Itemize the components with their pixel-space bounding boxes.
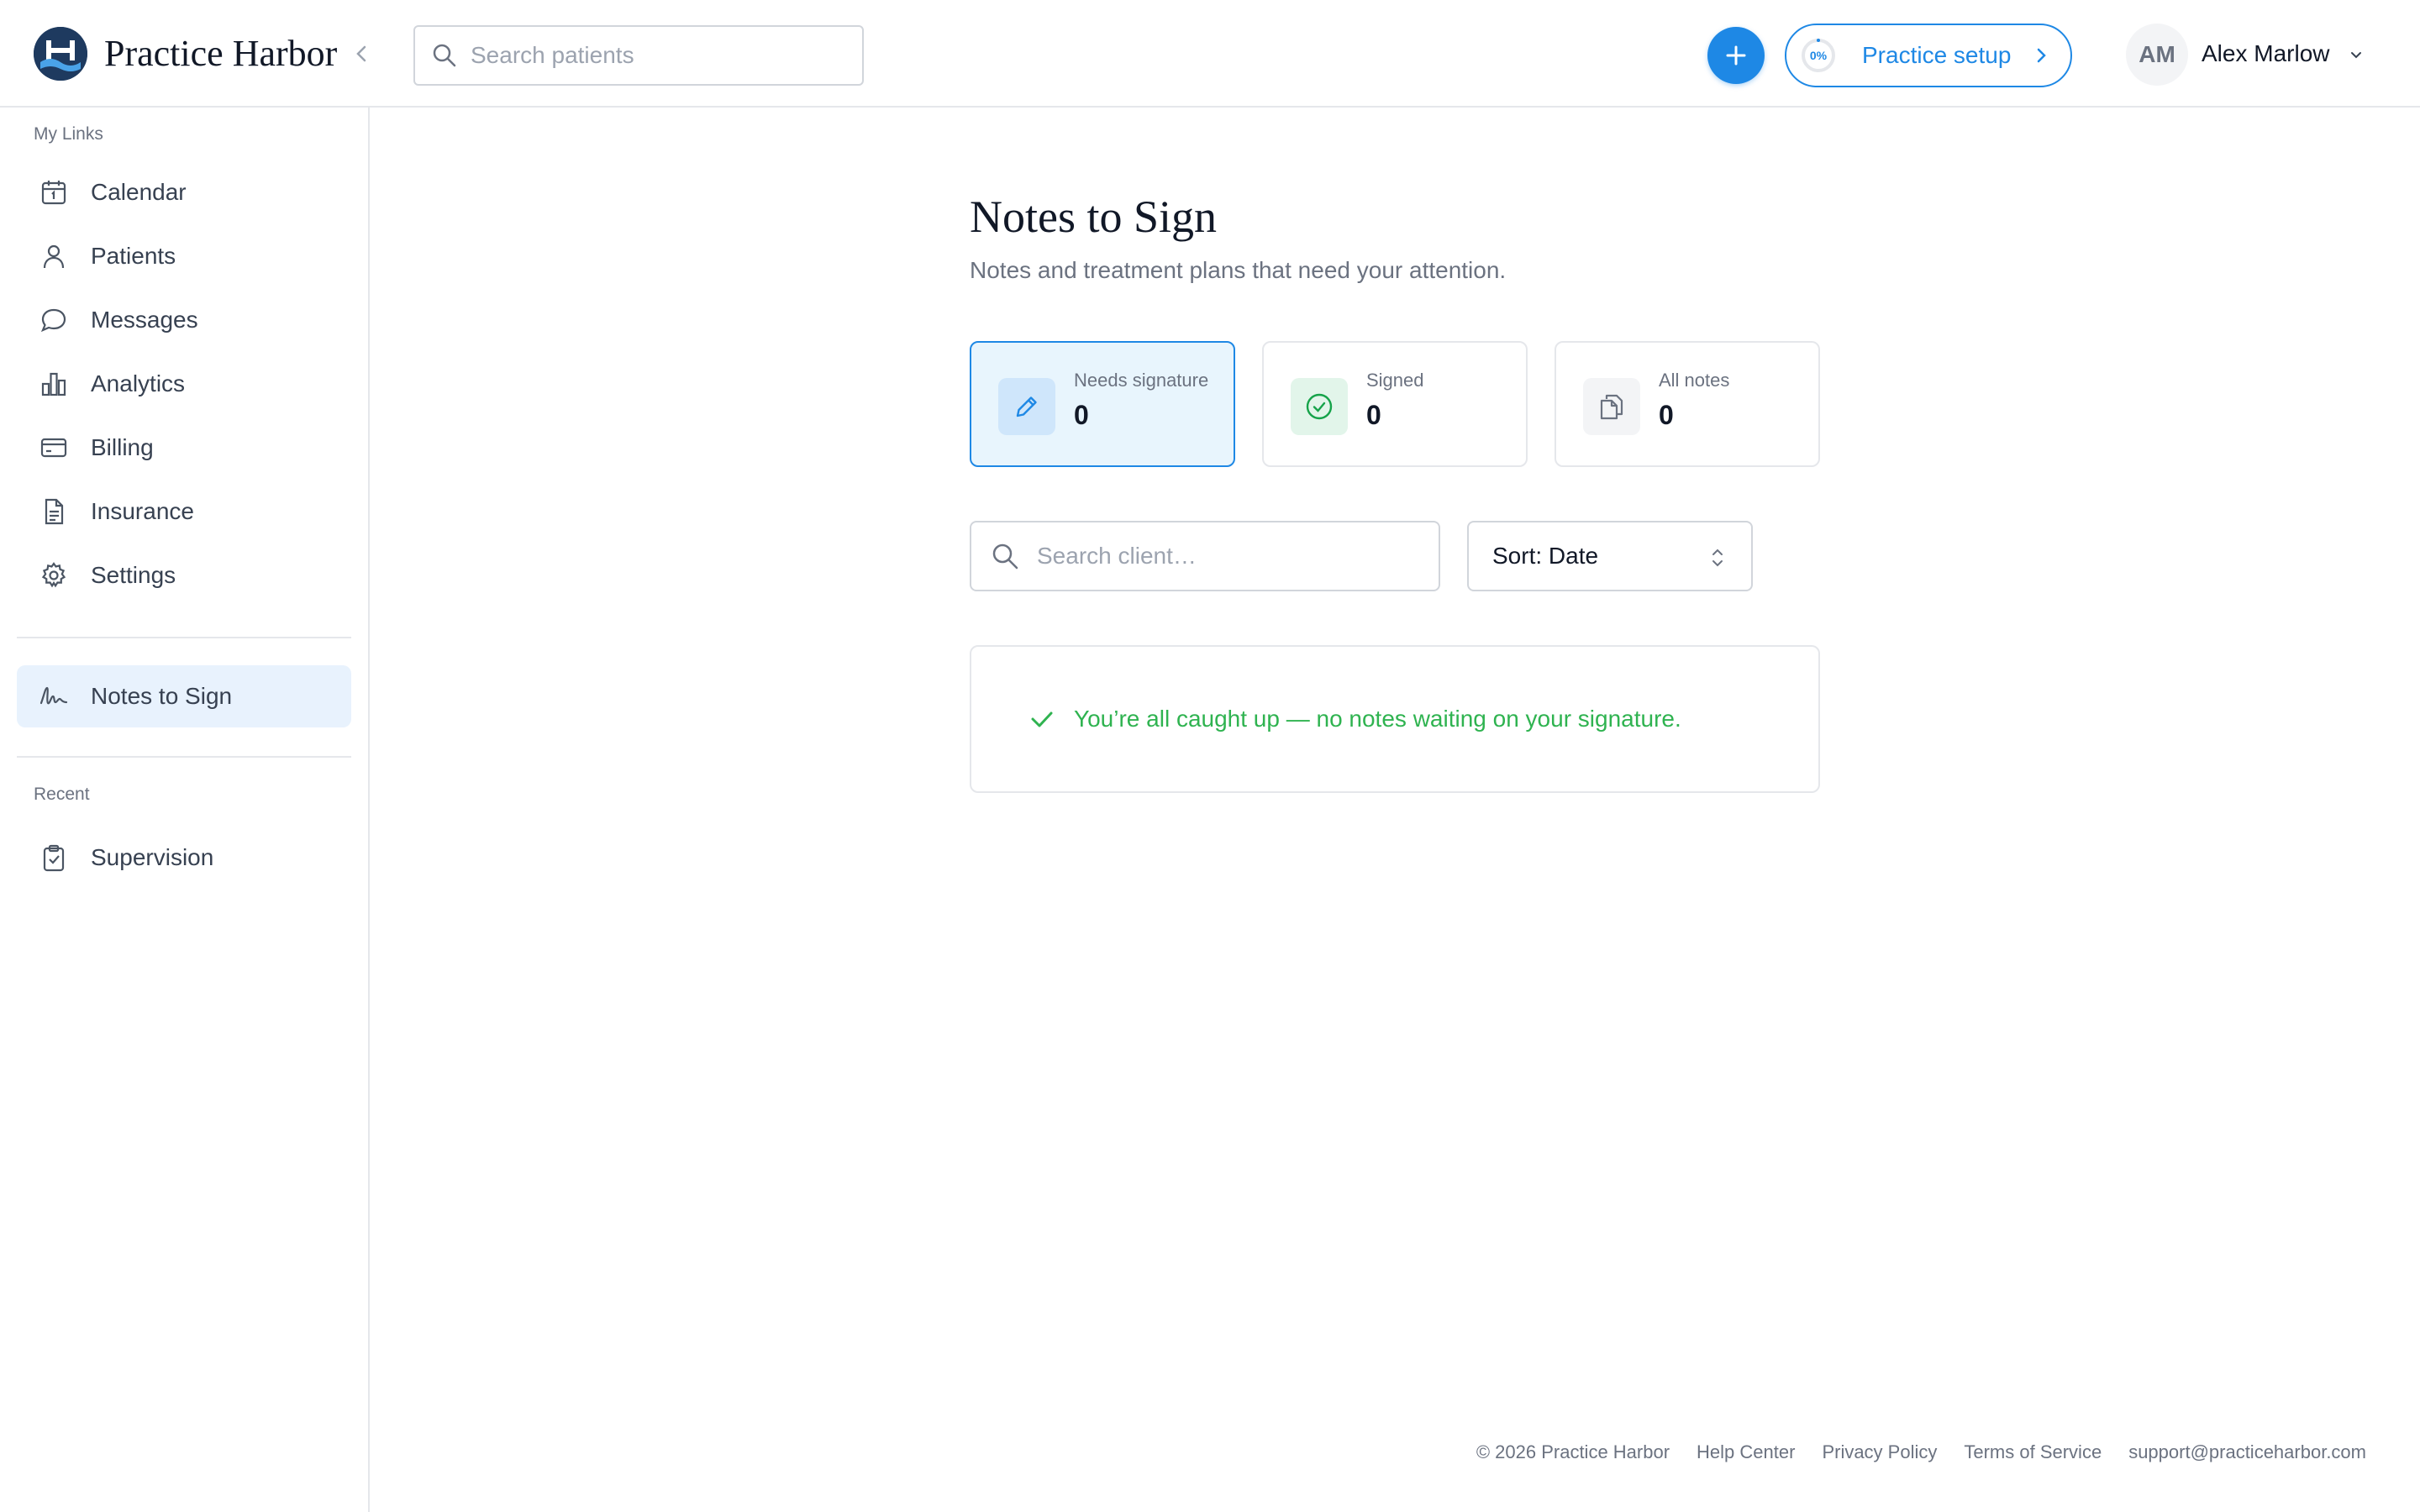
stat-value: 0 <box>1659 400 1674 430</box>
top-header: Practice Harbor 0% Practice setup AM Ale… <box>0 0 2420 108</box>
calendar-icon <box>37 176 71 209</box>
practice-setup-label: Practice setup <box>1862 42 2012 68</box>
pencil-icon <box>998 378 1055 435</box>
footer-link-privacy-policy[interactable]: Privacy Policy <box>1822 1441 1937 1463</box>
sort-select-value: Sort: Date <box>1492 543 1599 569</box>
patient-search-field[interactable] <box>413 25 864 86</box>
sidebar-item-analytics[interactable]: Analytics <box>17 353 351 415</box>
sidebar-item-settings[interactable]: Settings <box>17 544 351 606</box>
client-search-input[interactable] <box>1037 543 1423 570</box>
user-name[interactable]: Alex Marlow <box>2202 40 2329 67</box>
page-title: Notes to Sign <box>970 192 1218 242</box>
plus-icon <box>1726 45 1746 66</box>
stat-card-needs-signature[interactable]: Needs signature 0 <box>970 341 1235 467</box>
sidebar-item-patients[interactable]: Patients <box>17 225 351 287</box>
sidebar-item-insurance[interactable]: Insurance <box>17 480 351 543</box>
sidebar-item-label: Settings <box>91 562 176 588</box>
credit-card-icon <box>37 431 71 465</box>
patient-search-input[interactable] <box>471 42 840 69</box>
stat-label: Signed <box>1366 370 1424 391</box>
sidebar-item-supervision[interactable]: Supervision <box>17 827 351 889</box>
sidebar-item-label: Billing <box>91 434 154 460</box>
check-circle-icon <box>1291 378 1348 435</box>
sort-select[interactable]: Sort: Date <box>1467 521 1753 591</box>
empty-state-message: You’re all caught up — no notes waiting … <box>1074 706 1681 732</box>
person-icon <box>37 239 71 273</box>
sidebar-item-messages[interactable]: Messages <box>17 289 351 351</box>
sidebar-item-label: Messages <box>91 307 198 333</box>
sidebar-item-label: Calendar <box>91 179 187 205</box>
sidebar-item-label: Analytics <box>91 370 186 396</box>
user-avatar[interactable]: AM <box>2126 24 2188 86</box>
setup-progress-label: 0% <box>1809 49 1828 62</box>
sidebar-item-calendar[interactable]: Calendar <box>17 161 351 223</box>
client-search-field[interactable] <box>970 521 1440 591</box>
copy-documents-icon <box>1583 378 1640 435</box>
stat-label: All notes <box>1659 370 1730 391</box>
chat-bubble-icon <box>37 303 71 337</box>
my-links-heading: My Links <box>34 124 103 144</box>
document-icon <box>37 495 71 528</box>
sidebar-item-label: Patients <box>91 243 176 269</box>
clipboard-check-icon <box>37 841 71 874</box>
footer-link-terms-of-service[interactable]: Terms of Service <box>1964 1441 2102 1463</box>
stat-card-signed[interactable]: Signed 0 <box>1262 341 1528 467</box>
sidebar-item-billing[interactable]: Billing <box>17 417 351 479</box>
sidebar-item-notes-to-sign[interactable]: Notes to Sign <box>17 665 351 727</box>
practice-setup-button[interactable]: 0% Practice setup <box>1785 24 2072 87</box>
footer: © 2026 Practice Harbor Help Center Priva… <box>1476 1441 2366 1463</box>
footer-link-support-email[interactable]: support@practiceharbor.com <box>2128 1441 2366 1463</box>
gear-icon <box>37 559 71 592</box>
recent-heading: Recent <box>34 785 90 804</box>
setup-progress-ring: 0% <box>1800 37 1837 74</box>
checkmark-icon <box>1028 706 1055 732</box>
signature-icon <box>37 680 71 713</box>
stat-value: 0 <box>1074 400 1089 430</box>
sidebar-divider <box>17 637 351 638</box>
add-button[interactable] <box>1707 27 1765 84</box>
bar-chart-icon <box>37 367 71 401</box>
up-down-chevron-icon <box>1709 546 1726 570</box>
search-icon <box>990 541 1020 571</box>
stat-card-all-notes[interactable]: All notes 0 <box>1555 341 1820 467</box>
page-subtitle: Notes and treatment plans that need your… <box>970 257 1507 283</box>
empty-state-panel: You’re all caught up — no notes waiting … <box>970 645 1820 793</box>
footer-link-help-center[interactable]: Help Center <box>1697 1441 1795 1463</box>
collapse-sidebar-chevron-icon[interactable] <box>348 40 375 67</box>
search-icon <box>432 43 457 68</box>
sidebar-item-label: Notes to Sign <box>91 683 233 709</box>
sidebar-divider <box>17 756 351 758</box>
chevron-right-icon <box>2031 45 2051 66</box>
brand-logo-icon[interactable] <box>34 27 87 81</box>
stat-value: 0 <box>1366 400 1381 430</box>
sidebar-item-label: Supervision <box>91 844 214 870</box>
sidebar: My Links Calendar Patients Messages Anal… <box>0 108 370 1512</box>
brand-name: Practice Harbor <box>104 33 338 74</box>
footer-copyright: © 2026 Practice Harbor <box>1476 1441 1670 1462</box>
sidebar-item-label: Insurance <box>91 498 194 524</box>
stat-label: Needs signature <box>1074 370 1209 391</box>
chevron-down-icon[interactable] <box>2348 47 2365 64</box>
